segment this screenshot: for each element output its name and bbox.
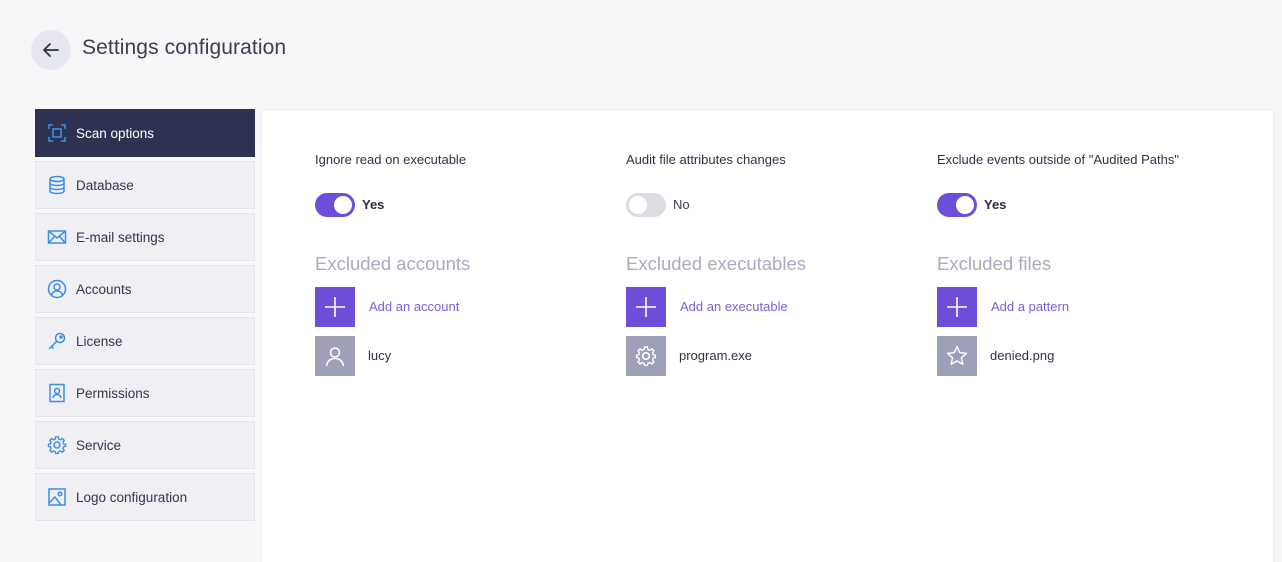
ignore-read-toggle[interactable] <box>315 193 355 217</box>
add-executable-button[interactable] <box>626 287 666 327</box>
ignore-read-label: Ignore read on executable <box>315 152 467 167</box>
excluded-files-title: Excluded files <box>937 253 1052 274</box>
audit-attributes-toggle[interactable] <box>626 193 666 217</box>
sidebar-item-accounts[interactable]: Accounts <box>35 265 255 313</box>
toggle-knob <box>334 196 352 214</box>
toggle-knob <box>629 196 647 214</box>
excluded-accounts-title: Excluded accounts <box>315 253 471 274</box>
sidebar-item-label: Accounts <box>76 281 132 297</box>
sidebar-item-permissions[interactable]: Permissions <box>35 369 255 417</box>
sidebar-item-service[interactable]: Service <box>35 421 255 469</box>
sidebar-item-label: Permissions <box>76 385 150 401</box>
star-icon <box>937 336 977 376</box>
exclude-events-toggle-text: Yes <box>984 197 1007 212</box>
add-account-button[interactable] <box>315 287 355 327</box>
ignore-read-toggle-text: Yes <box>362 197 385 212</box>
sidebar-item-logo-configuration[interactable]: Logo configuration <box>35 473 255 521</box>
toggle-knob <box>956 196 974 214</box>
excluded-executables-title: Excluded executables <box>626 253 806 274</box>
sidebar-item-label: E-mail settings <box>76 229 165 245</box>
page-title: Settings configuration <box>82 36 287 59</box>
exclude-events-toggle[interactable] <box>937 193 977 217</box>
badge-icon <box>47 383 67 403</box>
plus-icon <box>325 297 345 317</box>
sidebar-item-email-settings[interactable]: E-mail settings <box>35 213 255 261</box>
sidebar-item-database[interactable]: Database <box>35 161 255 209</box>
add-pattern-link[interactable]: Add a pattern <box>991 299 1069 314</box>
add-account-link[interactable]: Add an account <box>369 299 459 314</box>
key-icon <box>47 331 67 351</box>
excluded-file-item: denied.png <box>990 348 1055 363</box>
sidebar-item-license[interactable]: License <box>35 317 255 365</box>
user-circle-icon <box>47 279 67 299</box>
scan-options-panel: Ignore read on executable Yes Excluded a… <box>261 109 1274 562</box>
audit-attributes-label: Audit file attributes changes <box>626 152 786 167</box>
arrow-left-icon <box>43 43 59 57</box>
gear-icon <box>47 435 67 455</box>
sidebar-item-label: Scan options <box>76 125 155 141</box>
header: Settings configuration <box>0 0 1282 100</box>
sidebar: Scan options Database E-mail settings Ac… <box>35 109 255 525</box>
database-icon <box>47 175 67 195</box>
audit-attributes-toggle-text: No <box>673 197 690 212</box>
sidebar-item-label: License <box>76 333 123 349</box>
back-button[interactable] <box>31 30 71 70</box>
gear-icon <box>626 336 666 376</box>
add-pattern-button[interactable] <box>937 287 977 327</box>
plus-icon <box>636 297 656 317</box>
image-icon <box>47 487 67 507</box>
excluded-account-item: lucy <box>368 348 392 363</box>
sidebar-item-label: Database <box>76 177 134 193</box>
excluded-executable-item: program.exe <box>679 348 752 363</box>
plus-icon <box>947 297 967 317</box>
sidebar-item-label: Service <box>76 437 122 453</box>
sidebar-item-label: Logo configuration <box>76 489 188 505</box>
envelope-icon <box>47 227 67 247</box>
add-executable-link[interactable]: Add an executable <box>680 299 788 314</box>
exclude-events-label: Exclude events outside of "Audited Paths… <box>937 152 1179 167</box>
user-icon <box>315 336 355 376</box>
scan-icon <box>47 123 67 143</box>
sidebar-item-scan-options[interactable]: Scan options <box>35 109 255 157</box>
